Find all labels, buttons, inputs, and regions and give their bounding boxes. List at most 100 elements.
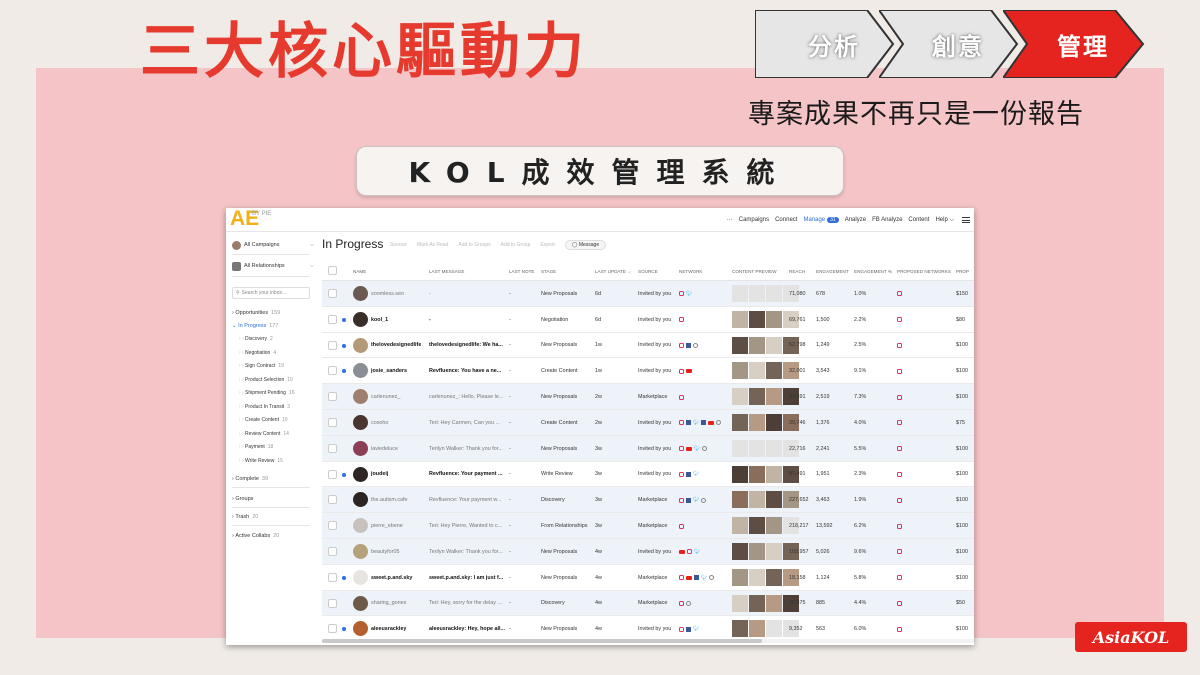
row-checkbox[interactable] [328, 314, 337, 324]
menu-icon[interactable] [962, 217, 970, 223]
col-content-preview[interactable]: Content Preview [732, 269, 777, 274]
creator-name[interactable]: soomless.seo [371, 281, 427, 307]
col-last-message[interactable]: Last Message [429, 269, 464, 274]
content-thumbnail[interactable] [766, 285, 782, 302]
sidebar-stage-item[interactable]: ⁝ › Sign Contract 19 [239, 361, 284, 371]
content-thumbnail[interactable] [749, 388, 765, 406]
content-thumbnail[interactable] [749, 414, 765, 431]
row-checkbox[interactable] [328, 547, 337, 556]
content-thumbnail[interactable] [766, 620, 782, 638]
sidebar-stage-item[interactable]: ⁝ › Product Selection 10 [239, 375, 293, 385]
row-checkbox[interactable] [328, 495, 337, 505]
table-row[interactable]: joudeij Revfluence: Your payment ... - Writ… [322, 462, 974, 488]
sidebar-item-trash[interactable]: › Trash 20 [232, 512, 258, 522]
content-thumbnail[interactable] [766, 336, 782, 354]
content-thumbnail[interactable] [749, 517, 765, 535]
nav-analyze[interactable]: Analyze [845, 217, 866, 223]
content-thumbnail[interactable] [732, 336, 748, 354]
avatar[interactable] [353, 544, 368, 559]
avatar[interactable] [353, 595, 368, 611]
table-row[interactable]: sharing_gones Teri: Hey, sorry for the de… [322, 590, 974, 617]
horizontal-scrollbar[interactable] [322, 639, 974, 643]
col-network[interactable]: Network [679, 269, 702, 274]
content-thumbnail[interactable] [732, 465, 748, 483]
avatar[interactable] [353, 518, 368, 534]
content-thumbnail[interactable] [766, 439, 782, 457]
content-thumbnail[interactable] [766, 310, 782, 328]
creator-name[interactable]: laviedeluce [371, 436, 427, 462]
col-last-update[interactable]: Last Update ⌵ [595, 269, 631, 274]
content-thumbnail[interactable] [749, 439, 765, 457]
content-thumbnail[interactable] [732, 362, 748, 380]
row-checkbox[interactable] [328, 572, 337, 582]
content-thumbnail[interactable] [732, 543, 748, 560]
nav-connect[interactable]: Connect [775, 217, 797, 223]
avatar[interactable] [353, 389, 368, 405]
sidebar-item-in-progress[interactable]: ⌄ In Progress 177 [232, 321, 278, 331]
avatar[interactable] [353, 440, 368, 456]
nav-campaigns[interactable]: Campaigns [739, 217, 769, 223]
content-thumbnail[interactable] [732, 620, 748, 638]
creator-name[interactable]: pierre_ebene [371, 513, 427, 539]
table-row[interactable]: laviedeluce Terilyn Walker: Thank you for… [322, 435, 974, 462]
creator-name[interactable]: sweet.p.and.sky [371, 565, 427, 591]
search-input[interactable]: ⚲ Search your inbox... [232, 287, 310, 299]
row-checkbox[interactable] [328, 624, 337, 634]
col-proposed-networks[interactable]: Proposed Networks [897, 269, 951, 274]
campaigns-select[interactable]: All Campaigns ⌵ [232, 238, 314, 252]
sidebar-item-opportunities[interactable]: › Opportunities 159 [232, 308, 280, 318]
table-row[interactable]: kool_1- - Negotiation 6d Invited by you 69,76… [322, 307, 974, 333]
sidebar-item-complete[interactable]: › Complete 39 [232, 474, 268, 484]
content-thumbnail[interactable] [749, 620, 765, 638]
content-thumbnail[interactable] [749, 491, 765, 509]
sidebar-stage-item[interactable]: ⁝ › Write Review 15 [239, 456, 283, 466]
avatar[interactable] [353, 337, 368, 353]
col-name[interactable]: Name [353, 269, 366, 274]
content-thumbnail[interactable] [766, 414, 782, 431]
table-row[interactable]: pierre_ebene Teri: Hey Pierre, Wanted to … [322, 513, 974, 539]
col-stage[interactable]: Stage [541, 269, 556, 274]
mark-read-button[interactable]: Mark As Read [417, 242, 448, 248]
col-engagement[interactable]: Engagement [816, 269, 849, 274]
row-checkbox[interactable] [328, 469, 337, 479]
content-thumbnail[interactable] [732, 439, 748, 457]
content-thumbnail[interactable] [766, 388, 782, 406]
creator-name[interactable]: kool_1 [371, 307, 427, 333]
content-thumbnail[interactable] [732, 388, 748, 406]
scrollbar-thumb[interactable] [322, 639, 762, 643]
col-reach[interactable]: Reach [789, 269, 805, 274]
content-thumbnail[interactable] [749, 336, 765, 354]
sidebar-stage-item[interactable]: ⁝ › Discovery 2 [239, 334, 273, 344]
export-button[interactable]: Export [540, 242, 554, 248]
creator-name[interactable]: joudeij [371, 462, 427, 488]
sidebar-stage-item[interactable]: ⁝ › Create Content 10 [239, 415, 288, 425]
table-row[interactable]: the.autism.cafe Revfluence: Your payment … [322, 487, 974, 514]
sidebar-stage-item[interactable]: ⁝ › Payment 18 [239, 442, 273, 452]
row-checkbox[interactable] [328, 521, 337, 531]
content-thumbnail[interactable] [749, 310, 765, 328]
creator-name[interactable]: thelovedesignedlife [371, 333, 427, 359]
sidebar-item-groups[interactable]: › Groups [232, 494, 253, 504]
nav-content[interactable]: Content [908, 217, 929, 223]
table-row[interactable]: sweet.p.and.sky sweet.p.and.sky: I am jus… [322, 565, 974, 591]
avatar[interactable] [353, 492, 368, 508]
content-thumbnail[interactable] [732, 285, 748, 302]
content-thumbnail[interactable] [732, 491, 748, 509]
content-thumbnail[interactable] [749, 594, 765, 612]
message-button[interactable]: ◯ Message [564, 240, 607, 250]
col-price[interactable]: Prop [956, 269, 969, 274]
table-row[interactable]: carlenunez_ carlenunez_: Hello, Please le… [322, 384, 974, 410]
content-thumbnail[interactable] [732, 517, 748, 535]
nav-manage[interactable]: Manage 31 [803, 217, 839, 223]
content-thumbnail[interactable] [732, 568, 748, 586]
creator-name[interactable]: the.autism.cafe [371, 487, 427, 513]
content-thumbnail[interactable] [749, 568, 765, 586]
content-thumbnail[interactable] [766, 362, 782, 380]
row-checkbox[interactable] [328, 392, 337, 402]
table-row[interactable]: josie_sanders Revfluence: You have a ne..… [322, 358, 974, 385]
col-engagement-pct[interactable]: Engagement % [854, 269, 892, 274]
avatar[interactable] [353, 569, 368, 585]
row-checkbox[interactable] [328, 366, 337, 376]
table-row[interactable]: beautyfor05 Terilyn Walker: Thank you for… [322, 539, 974, 565]
avatar[interactable] [353, 311, 368, 327]
